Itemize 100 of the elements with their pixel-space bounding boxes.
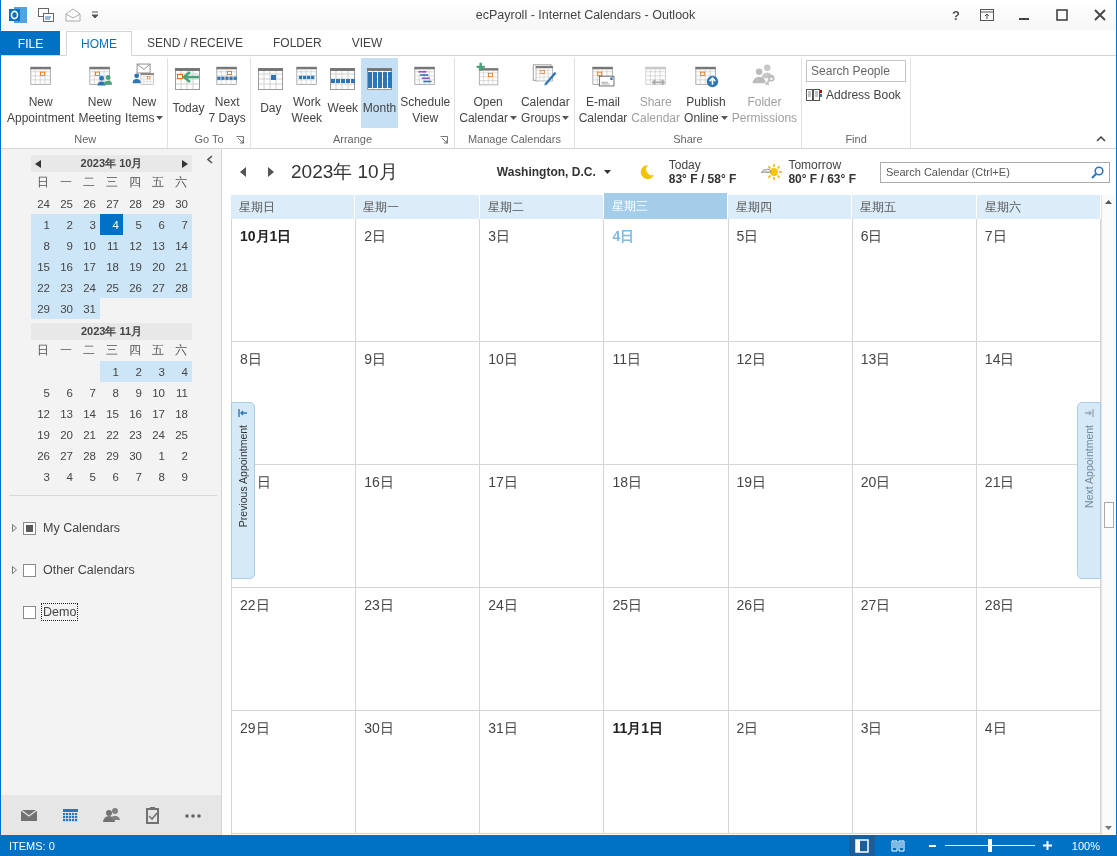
collapse-pane-icon[interactable] bbox=[207, 155, 213, 164]
checkbox[interactable] bbox=[23, 521, 36, 535]
date-cell[interactable]: 23 bbox=[54, 277, 77, 298]
date-cell[interactable]: 11 bbox=[100, 235, 123, 256]
date-cell[interactable]: 14 bbox=[77, 403, 100, 424]
date-cell[interactable]: 13 bbox=[54, 403, 77, 424]
date-cell[interactable]: 4 bbox=[100, 214, 123, 235]
date-cell[interactable]: 3 bbox=[146, 361, 169, 382]
date-cell[interactable]: 30 bbox=[169, 193, 192, 214]
date-cell[interactable]: 26 bbox=[31, 445, 54, 466]
date-cell[interactable]: 24 bbox=[77, 277, 100, 298]
date-cell[interactable]: 2 bbox=[123, 361, 146, 382]
expand-arrow-icon[interactable] bbox=[11, 523, 19, 533]
date-cell[interactable]: 5 bbox=[31, 382, 54, 403]
date-cell[interactable]: 18 bbox=[169, 403, 192, 424]
calendar-folder-label[interactable]: My Calendars bbox=[42, 520, 122, 536]
date-cell[interactable]: 4 bbox=[54, 466, 77, 487]
calendar-folder-label[interactable]: Demo bbox=[42, 604, 78, 620]
next-month-icon[interactable] bbox=[182, 159, 188, 168]
date-cell[interactable]: 28 bbox=[169, 277, 192, 298]
date-cell[interactable]: 27 bbox=[100, 193, 123, 214]
checkbox[interactable] bbox=[23, 563, 36, 577]
date-cell[interactable]: 15 bbox=[31, 256, 54, 277]
date-cell[interactable]: 7 bbox=[77, 382, 100, 403]
date-cell[interactable]: 6 bbox=[100, 466, 123, 487]
zoom-slider-thumb[interactable] bbox=[987, 839, 992, 852]
ribbon-button[interactable]: E-mail Calendar bbox=[576, 58, 630, 128]
checkbox[interactable] bbox=[23, 605, 36, 619]
date-cell[interactable]: 1 bbox=[31, 214, 54, 235]
close-icon[interactable] bbox=[1094, 9, 1106, 21]
ribbon-button[interactable]: Today bbox=[170, 58, 207, 128]
search-people-field[interactable]: Search People bbox=[806, 60, 907, 82]
previous-month-icon[interactable] bbox=[35, 159, 41, 168]
send-receive-icon[interactable] bbox=[37, 7, 55, 23]
date-cell[interactable]: 10 bbox=[77, 235, 100, 256]
dialog-launcher-icon[interactable] bbox=[440, 136, 449, 144]
date-cell[interactable]: 21 bbox=[169, 256, 192, 277]
scrollbar-thumb[interactable] bbox=[1104, 502, 1114, 528]
date-cell[interactable]: 9 bbox=[54, 235, 77, 256]
ribbon-button[interactable]: Open Calendar bbox=[457, 58, 519, 128]
date-cell[interactable]: 1 bbox=[146, 445, 169, 466]
zoom-in-icon[interactable] bbox=[1042, 841, 1052, 850]
date-cell[interactable]: 31 bbox=[77, 298, 100, 319]
ribbon-button[interactable]: Calendar Groups bbox=[518, 58, 572, 128]
ribbon-tab[interactable]: HOME bbox=[66, 31, 132, 56]
date-cell[interactable]: 29 bbox=[31, 298, 54, 319]
date-cell[interactable]: 13 bbox=[146, 235, 169, 256]
date-cell[interactable]: 25 bbox=[100, 277, 123, 298]
date-cell[interactable]: 27 bbox=[146, 277, 169, 298]
date-cell[interactable]: 17 bbox=[77, 256, 100, 277]
date-cell[interactable]: 23 bbox=[123, 424, 146, 445]
date-cell[interactable]: 25 bbox=[169, 424, 192, 445]
date-cell[interactable]: 2 bbox=[54, 214, 77, 235]
date-cell[interactable]: 9 bbox=[169, 466, 192, 487]
date-cell[interactable]: 11 bbox=[169, 382, 192, 403]
date-cell[interactable]: 25 bbox=[54, 193, 77, 214]
date-cell[interactable]: 7 bbox=[169, 214, 192, 235]
date-cell[interactable]: 3 bbox=[31, 466, 54, 487]
date-cell[interactable]: 5 bbox=[123, 214, 146, 235]
date-cell[interactable]: 8 bbox=[100, 382, 123, 403]
date-cell[interactable]: 19 bbox=[123, 256, 146, 277]
date-cell[interactable]: 16 bbox=[123, 403, 146, 424]
search-icon[interactable] bbox=[1091, 165, 1104, 179]
dialog-launcher-icon[interactable] bbox=[235, 136, 244, 144]
date-cell[interactable]: 27 bbox=[54, 445, 77, 466]
previous-appointment-tab[interactable]: Previous Appointment bbox=[231, 402, 255, 579]
date-cell[interactable]: 28 bbox=[123, 193, 146, 214]
customize-caret-icon[interactable] bbox=[91, 11, 99, 19]
date-cell[interactable]: 12 bbox=[123, 235, 146, 256]
date-cell[interactable]: 20 bbox=[54, 424, 77, 445]
date-cell[interactable]: 30 bbox=[54, 298, 77, 319]
date-cell[interactable]: 16 bbox=[54, 256, 77, 277]
date-cell[interactable]: 5 bbox=[77, 466, 100, 487]
date-cell[interactable]: 29 bbox=[100, 445, 123, 466]
date-cell[interactable]: 30 bbox=[123, 445, 146, 466]
date-cell[interactable]: 4 bbox=[169, 361, 192, 382]
date-cell[interactable]: 6 bbox=[54, 382, 77, 403]
expand-arrow-icon[interactable] bbox=[11, 565, 19, 575]
date-cell[interactable]: 29 bbox=[146, 193, 169, 214]
file-tab[interactable]: FILE bbox=[1, 31, 60, 55]
date-cell[interactable]: 2 bbox=[169, 445, 192, 466]
ribbon-button[interactable]: New Meeting bbox=[76, 58, 124, 128]
collapse-ribbon-icon[interactable] bbox=[1096, 136, 1106, 142]
address-book-button[interactable]: Address Book bbox=[806, 88, 907, 102]
date-cell[interactable]: 19 bbox=[31, 424, 54, 445]
date-cell[interactable]: 20 bbox=[146, 256, 169, 277]
date-cell[interactable]: 9 bbox=[123, 382, 146, 403]
date-cell[interactable]: 28 bbox=[77, 445, 100, 466]
date-cell[interactable]: 8 bbox=[146, 466, 169, 487]
ribbon-display-icon[interactable] bbox=[980, 9, 994, 21]
next-month-icon[interactable] bbox=[267, 167, 275, 177]
date-cell[interactable]: 10 bbox=[146, 382, 169, 403]
date-cell[interactable]: 24 bbox=[31, 193, 54, 214]
date-cell[interactable]: 3 bbox=[77, 214, 100, 235]
ribbon-button[interactable]: New Appointment bbox=[5, 58, 77, 128]
date-cell[interactable]: 18 bbox=[100, 256, 123, 277]
ribbon-button[interactable]: Work Week bbox=[288, 58, 325, 128]
date-cell[interactable]: 26 bbox=[123, 277, 146, 298]
help-button[interactable]: ? bbox=[952, 7, 960, 23]
calendar-folder-label[interactable]: Other Calendars bbox=[42, 562, 136, 578]
